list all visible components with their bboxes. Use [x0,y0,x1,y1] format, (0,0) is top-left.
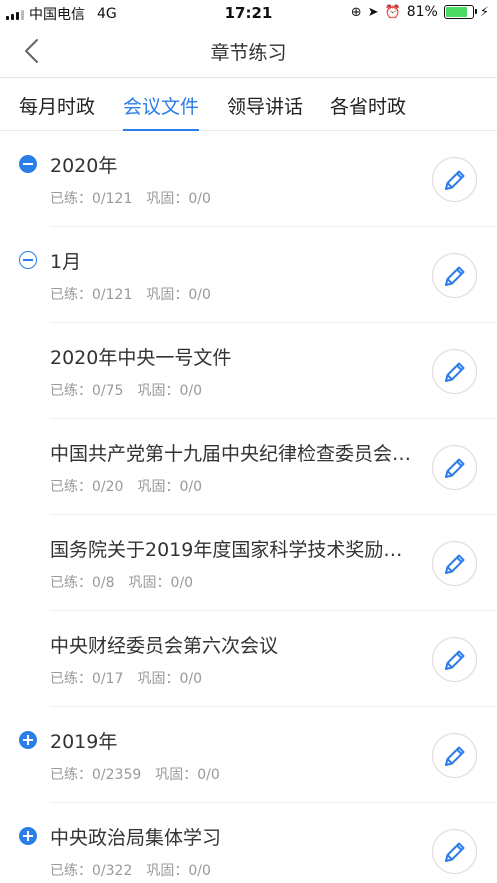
list-item[interactable]: 国务院关于2019年度国家科学技术奖励… 已练：0/8 巩固：0/0 [0,515,497,611]
item-title: 2020年中央一号文件 [50,347,232,369]
item-stats: 已练：0/20 巩固：0/0 [50,479,202,495]
list-item[interactable]: 中国共产党第十九届中央纪律检查委员会… 已练：0/20 巩固：0/0 [0,419,497,515]
practice-button[interactable] [432,829,477,874]
tab-meeting-documents[interactable]: 会议文件 [123,78,200,131]
practice-button[interactable] [432,445,477,490]
page-title: 章节练习 [210,42,287,64]
alarm-icon: ⏰ [384,4,401,20]
location-arrow-icon: ➤ [367,4,379,20]
list-item[interactable]: 中央政治局集体学习 已练：0/322 巩固：0/0 [0,803,497,883]
collapse-circle-icon[interactable] [19,155,37,173]
status-right: ⊕ ➤ ⏰ 81% ⚡ [351,4,489,20]
collapse-circle-outline-icon[interactable] [19,251,37,269]
charging-bolt-icon: ⚡ [479,4,489,20]
practice-button[interactable] [432,253,477,298]
tab-monthly-politics[interactable]: 每月时政 [19,78,95,119]
item-stats: 已练：0/17 巩固：0/0 [50,671,202,687]
battery-icon [443,5,477,19]
pencil-icon [445,362,465,382]
item-title: 2020年 [50,155,118,177]
tab-bar: 每月时政 会议文件 领导讲话 各省时政 [0,78,497,131]
pencil-icon [445,458,465,478]
practice-button[interactable] [432,541,477,586]
item-stats: 已练：0/121 巩固：0/0 [50,191,211,207]
item-title: 2019年 [50,731,118,753]
practice-button[interactable] [432,733,477,778]
item-stats: 已练：0/2359 巩固：0/0 [50,767,220,783]
tab-leader-speeches[interactable]: 领导讲话 [227,78,303,119]
orientation-lock-icon: ⊕ [350,4,362,20]
item-stats: 已练：0/322 巩固：0/0 [50,863,211,879]
pencil-icon [445,554,465,574]
pencil-icon [445,170,465,190]
battery-percent: 81% [406,4,438,20]
list-item[interactable]: 中央财经委员会第六次会议 已练：0/17 巩固：0/0 [0,611,497,707]
list-item[interactable]: 2020年 已练：0/121 巩固：0/0 [0,131,497,227]
pencil-icon [445,746,465,766]
expand-circle-icon[interactable] [19,731,37,749]
practice-button[interactable] [432,157,477,202]
pencil-icon [445,842,465,862]
pencil-icon [445,650,465,670]
list-item[interactable]: 2020年中央一号文件 已练：0/75 巩固：0/0 [0,323,497,419]
item-stats: 已练：0/8 巩固：0/0 [50,575,194,591]
expand-circle-icon[interactable] [19,827,37,845]
pencil-icon [445,266,465,286]
item-title: 中央财经委员会第六次会议 [50,635,279,657]
item-stats: 已练：0/121 巩固：0/0 [50,287,211,303]
practice-button[interactable] [432,637,477,682]
item-stats: 已练：0/75 巩固：0/0 [50,383,202,399]
item-title: 中央政治局集体学习 [50,827,222,849]
tab-provincial-politics[interactable]: 各省时政 [330,78,406,119]
nav-bar: 章节练习 [0,26,497,78]
list-item[interactable]: 1月 已练：0/121 巩固：0/0 [0,227,497,323]
item-title: 中国共产党第十九届中央纪律检查委员会… [50,443,412,465]
chapter-list: 2020年 已练：0/121 巩固：0/0 1月 已练：0/121 巩固：0/0 2… [0,131,497,883]
practice-button[interactable] [432,349,477,394]
item-title: 国务院关于2019年度国家科学技术奖励… [50,539,403,561]
status-bar: 中国电信 4G 17:21 ⊕ ➤ ⏰ 81% ⚡ [0,0,497,26]
item-title: 1月 [50,251,82,273]
list-item[interactable]: 2019年 已练：0/2359 巩固：0/0 [0,707,497,803]
battery-level [445,7,467,17]
